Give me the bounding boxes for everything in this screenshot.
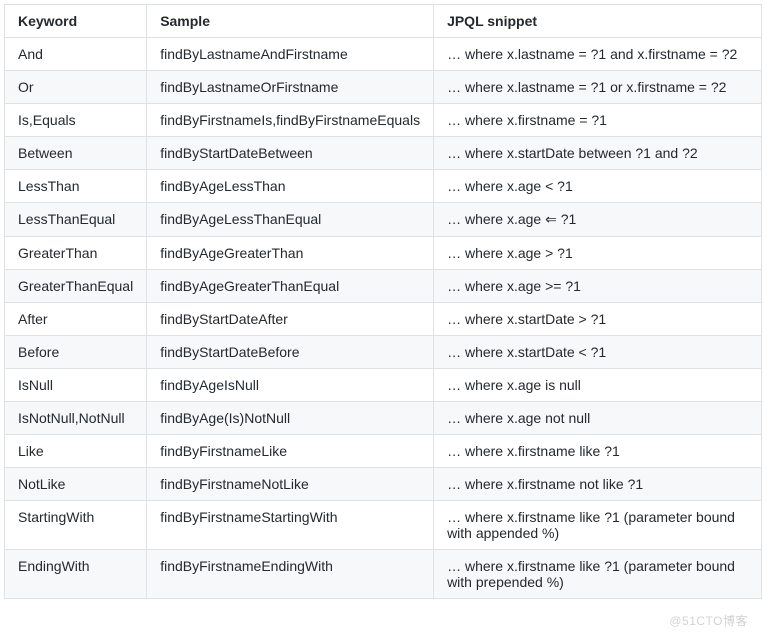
cell-jpql: … where x.firstname = ?1 (434, 104, 762, 137)
cell-jpql: … where x.age > ?1 (434, 237, 762, 270)
table-row: NotLike findByFirstnameNotLike … where x… (5, 468, 762, 501)
cell-jpql: … where x.age is null (434, 369, 762, 402)
cell-keyword: And (5, 38, 147, 71)
cell-keyword: Is,Equals (5, 104, 147, 137)
cell-jpql: … where x.firstname like ?1 (parameter b… (434, 501, 762, 550)
cell-keyword: Like (5, 435, 147, 468)
table-row: StartingWith findByFirstnameStartingWith… (5, 501, 762, 550)
table-row: GreaterThan findByAgeGreaterThan … where… (5, 237, 762, 270)
cell-sample: findByFirstnameEndingWith (147, 550, 434, 599)
cell-keyword: EndingWith (5, 550, 147, 599)
cell-jpql: … where x.lastname = ?1 or x.firstname =… (434, 71, 762, 104)
cell-keyword: Between (5, 137, 147, 170)
cell-sample: findByAgeLessThan (147, 170, 434, 203)
cell-jpql: … where x.age >= ?1 (434, 270, 762, 303)
cell-keyword: After (5, 303, 147, 336)
table-row: After findByStartDateAfter … where x.sta… (5, 303, 762, 336)
table-row: LessThan findByAgeLessThan … where x.age… (5, 170, 762, 203)
cell-keyword: Or (5, 71, 147, 104)
cell-sample: findByStartDateBefore (147, 336, 434, 369)
cell-keyword: NotLike (5, 468, 147, 501)
cell-sample: findByAge(Is)NotNull (147, 402, 434, 435)
cell-sample: findByStartDateAfter (147, 303, 434, 336)
table-row: EndingWith findByFirstnameEndingWith … w… (5, 550, 762, 599)
cell-sample: findByFirstnameLike (147, 435, 434, 468)
table-row: IsNotNull,NotNull findByAge(Is)NotNull …… (5, 402, 762, 435)
table-header-row: Keyword Sample JPQL snippet (5, 5, 762, 38)
cell-sample: findByFirstnameNotLike (147, 468, 434, 501)
cell-jpql: … where x.age not null (434, 402, 762, 435)
cell-keyword: LessThanEqual (5, 203, 147, 237)
cell-sample: findByLastnameOrFirstname (147, 71, 434, 104)
cell-jpql: … where x.firstname not like ?1 (434, 468, 762, 501)
header-sample: Sample (147, 5, 434, 38)
cell-jpql: … where x.age < ?1 (434, 170, 762, 203)
jpql-keywords-table: Keyword Sample JPQL snippet And findByLa… (4, 4, 762, 599)
table-row: Or findByLastnameOrFirstname … where x.l… (5, 71, 762, 104)
cell-sample: findByAgeLessThanEqual (147, 203, 434, 237)
cell-jpql: … where x.firstname like ?1 (parameter b… (434, 550, 762, 599)
cell-jpql: … where x.startDate > ?1 (434, 303, 762, 336)
table-row: IsNull findByAgeIsNull … where x.age is … (5, 369, 762, 402)
cell-jpql: … where x.firstname like ?1 (434, 435, 762, 468)
cell-keyword: GreaterThan (5, 237, 147, 270)
cell-keyword: IsNull (5, 369, 147, 402)
cell-keyword: IsNotNull,NotNull (5, 402, 147, 435)
cell-sample: findByAgeGreaterThan (147, 237, 434, 270)
cell-sample: findByStartDateBetween (147, 137, 434, 170)
table-row: Before findByStartDateBefore … where x.s… (5, 336, 762, 369)
header-jpql: JPQL snippet (434, 5, 762, 38)
header-keyword: Keyword (5, 5, 147, 38)
cell-sample: findByAgeIsNull (147, 369, 434, 402)
table-row: LessThanEqual findByAgeLessThanEqual … w… (5, 203, 762, 237)
cell-sample: findByAgeGreaterThanEqual (147, 270, 434, 303)
cell-sample: findByFirstnameIs,findByFirstnameEquals (147, 104, 434, 137)
cell-jpql: … where x.lastname = ?1 and x.firstname … (434, 38, 762, 71)
cell-jpql: … where x.startDate < ?1 (434, 336, 762, 369)
cell-keyword: GreaterThanEqual (5, 270, 147, 303)
cell-sample: findByLastnameAndFirstname (147, 38, 434, 71)
cell-keyword: Before (5, 336, 147, 369)
cell-jpql: … where x.age ⇐ ?1 (434, 203, 762, 237)
table-row: Is,Equals findByFirstnameIs,findByFirstn… (5, 104, 762, 137)
table-row: Like findByFirstnameLike … where x.first… (5, 435, 762, 468)
watermark-text: @51CTO博客 (669, 612, 748, 629)
table-row: And findByLastnameAndFirstname … where x… (5, 38, 762, 71)
cell-keyword: StartingWith (5, 501, 147, 550)
table-row: Between findByStartDateBetween … where x… (5, 137, 762, 170)
cell-sample: findByFirstnameStartingWith (147, 501, 434, 550)
cell-jpql: … where x.startDate between ?1 and ?2 (434, 137, 762, 170)
cell-keyword: LessThan (5, 170, 147, 203)
table-row: GreaterThanEqual findByAgeGreaterThanEqu… (5, 270, 762, 303)
